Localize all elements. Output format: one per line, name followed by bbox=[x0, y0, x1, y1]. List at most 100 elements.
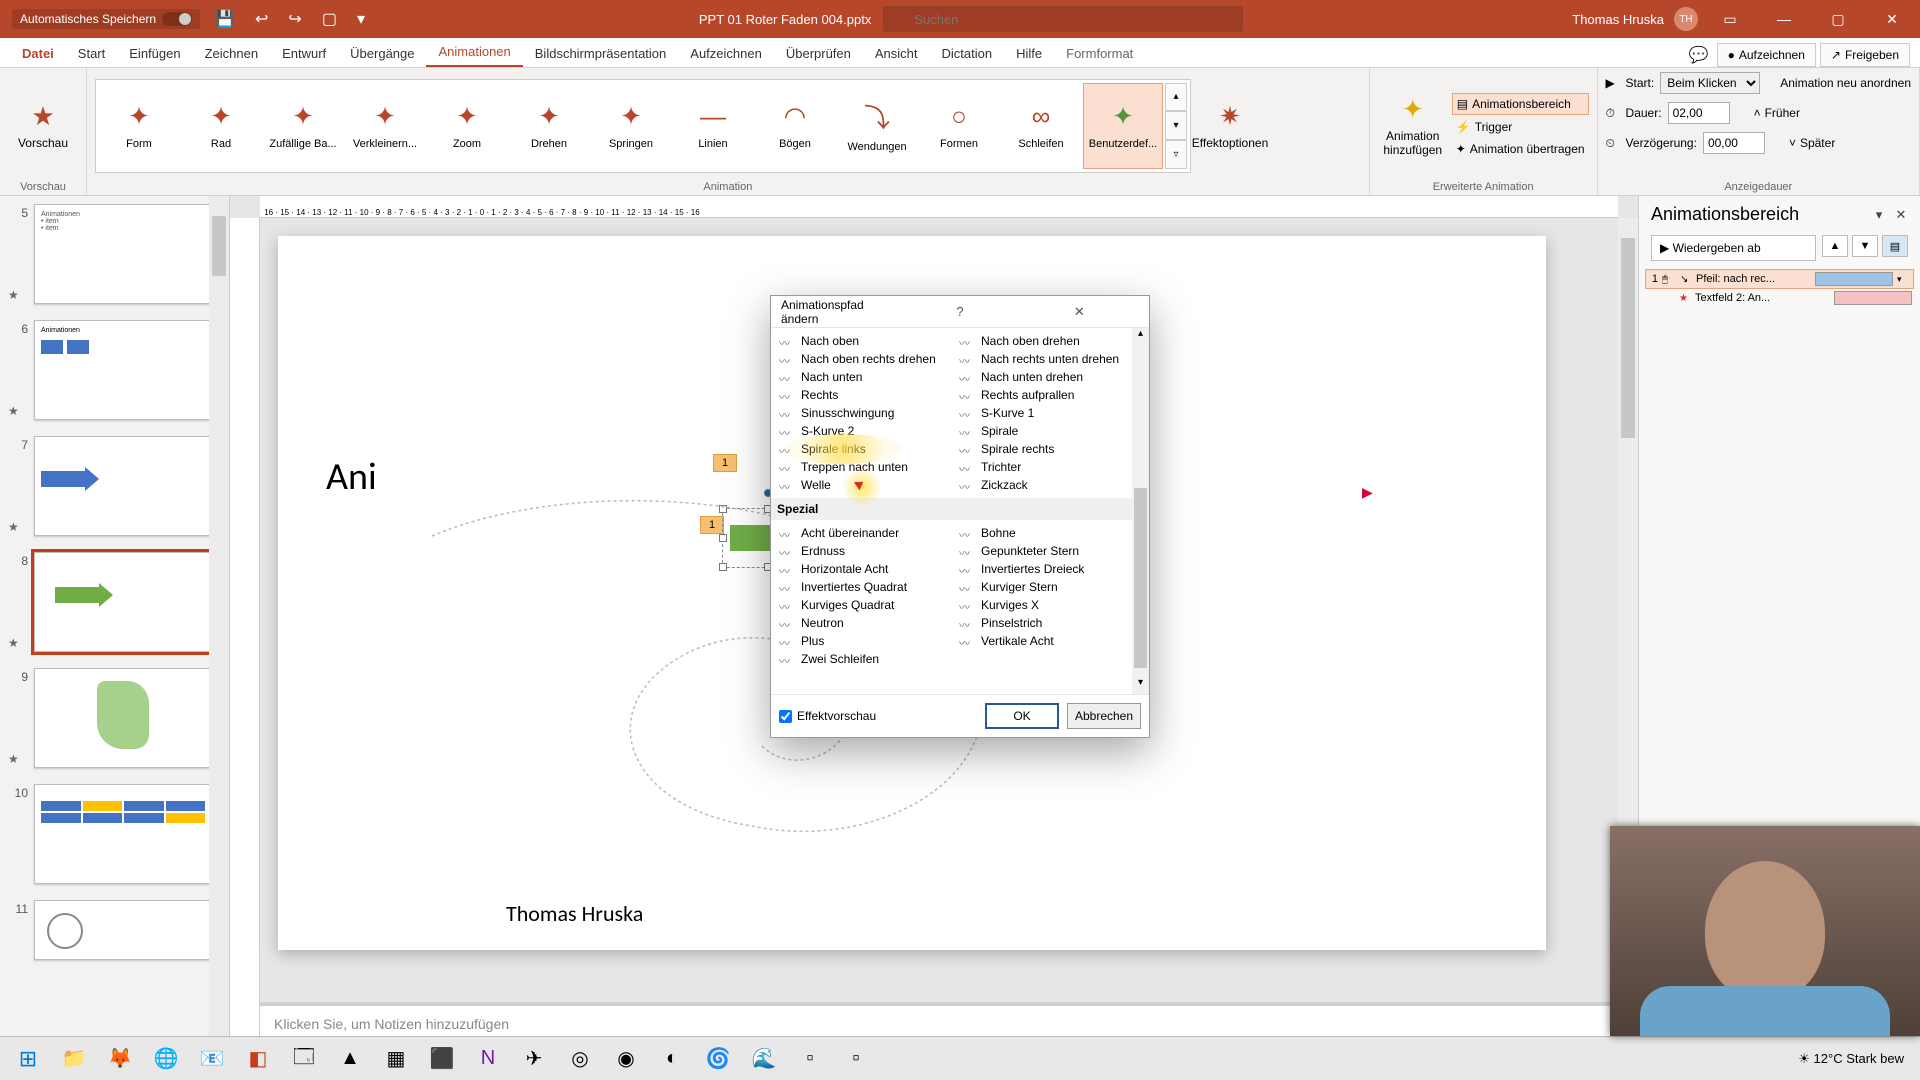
undo-icon[interactable]: ↩ bbox=[250, 7, 273, 31]
motion-path-option[interactable]: 〰Kurviges X bbox=[955, 596, 1131, 614]
tab-transitions[interactable]: Übergänge bbox=[338, 40, 426, 67]
motion-path-option[interactable]: 〰Nach oben bbox=[775, 332, 951, 350]
app-icon[interactable]: ▦ bbox=[374, 1037, 418, 1080]
autosave-switch-icon[interactable] bbox=[162, 12, 192, 26]
slide-thumbnail[interactable]: 9 ★ bbox=[10, 668, 223, 768]
gallery-item[interactable]: ✦Springen bbox=[591, 83, 671, 169]
motion-path-option[interactable]: 〰Zickzack bbox=[955, 476, 1131, 494]
cancel-button[interactable]: Abbrechen bbox=[1067, 703, 1141, 729]
gallery-item[interactable]: ◠Bögen bbox=[755, 83, 835, 169]
tab-insert[interactable]: Einfügen bbox=[117, 40, 192, 67]
animation-indicator-icon[interactable]: ★ bbox=[8, 636, 19, 650]
motion-path-option[interactable]: 〰Spirale links bbox=[775, 440, 951, 458]
gallery-item[interactable]: ✦Zufällige Ba... bbox=[263, 83, 343, 169]
app-icon[interactable]: ◉ bbox=[604, 1037, 648, 1080]
animation-indicator-icon[interactable]: ★ bbox=[8, 752, 19, 766]
thumb-preview[interactable] bbox=[34, 784, 212, 884]
motion-path-option[interactable]: 〰Nach unten bbox=[775, 368, 951, 386]
ribbon-options-icon[interactable]: ▭ bbox=[1708, 0, 1752, 38]
gallery-item[interactable]: ✦Verkleinern... bbox=[345, 83, 425, 169]
user-name[interactable]: Thomas Hruska bbox=[1572, 12, 1664, 27]
search-input[interactable] bbox=[883, 6, 1243, 32]
move-down-button[interactable]: ▼ bbox=[1852, 235, 1878, 257]
start-menu-icon[interactable]: ⊞ bbox=[6, 1037, 50, 1080]
animation-sequence-tag[interactable]: 1 bbox=[713, 454, 737, 472]
thumb-preview[interactable] bbox=[34, 552, 212, 652]
motion-path-option[interactable]: 〰Invertiertes Dreieck bbox=[955, 560, 1131, 578]
motion-path-option[interactable]: 〰Invertiertes Quadrat bbox=[775, 578, 951, 596]
trigger-button[interactable]: ⚡ Trigger bbox=[1452, 117, 1589, 137]
edge-icon[interactable]: 🌊 bbox=[742, 1037, 786, 1080]
path-end-marker-icon[interactable]: ▶ bbox=[1362, 484, 1373, 501]
thumb-preview[interactable] bbox=[34, 436, 212, 536]
slide-thumbnail[interactable]: 5 Animationen• item• item ★ bbox=[10, 204, 223, 304]
gallery-item[interactable]: ○Formen bbox=[919, 83, 999, 169]
file-explorer-icon[interactable]: 📁 bbox=[52, 1037, 96, 1080]
app-icon[interactable]: 🗔 bbox=[282, 1037, 326, 1080]
minimize-icon[interactable]: — bbox=[1762, 0, 1806, 38]
timeline-bar[interactable] bbox=[1834, 291, 1912, 305]
item-menu-icon[interactable]: ▾ bbox=[1897, 274, 1911, 285]
start-select[interactable]: Beim Klicken bbox=[1660, 72, 1760, 94]
powerpoint-icon[interactable]: ◧ bbox=[236, 1037, 280, 1080]
add-animation-button[interactable]: ✦ Animation hinzufügen bbox=[1378, 80, 1448, 172]
motion-path-option[interactable]: 〰Erdnuss bbox=[775, 542, 951, 560]
tab-review[interactable]: Überprüfen bbox=[774, 40, 863, 67]
animation-sequence-tag[interactable]: 1 bbox=[700, 516, 724, 534]
slide-thumbnail[interactable]: 6 Animationen ★ bbox=[10, 320, 223, 420]
slide-thumbnail[interactable]: 7 ★ bbox=[10, 436, 223, 536]
redo-icon[interactable]: ↪ bbox=[283, 7, 306, 31]
motion-path-option[interactable]: 〰Trichter bbox=[955, 458, 1131, 476]
motion-path-option[interactable]: 〰Pinselstrich bbox=[955, 614, 1131, 632]
motion-path-option[interactable]: 〰Horizontale Acht bbox=[775, 560, 951, 578]
app-icon[interactable]: 🌀 bbox=[696, 1037, 740, 1080]
motion-path-option[interactable]: 〰Nach rechts unten drehen bbox=[955, 350, 1131, 368]
gallery-more[interactable]: ▿ bbox=[1165, 140, 1187, 169]
scroll-down-icon[interactable]: ▾ bbox=[1132, 677, 1149, 694]
thumb-preview[interactable]: Animationen bbox=[34, 320, 212, 420]
tab-shapeformat[interactable]: Formformat bbox=[1054, 40, 1145, 67]
thumbnails-scrollbar[interactable] bbox=[209, 196, 229, 1050]
record-button[interactable]: ● Aufzeichnen bbox=[1717, 43, 1816, 67]
animation-indicator-icon[interactable]: ★ bbox=[8, 288, 19, 302]
weather-widget[interactable]: ☀ 12°C Stark bew bbox=[1798, 1051, 1904, 1067]
tab-start[interactable]: Start bbox=[66, 40, 117, 67]
motion-path-option[interactable]: 〰Neutron bbox=[775, 614, 951, 632]
slide-thumbnail[interactable]: 8 ★ bbox=[10, 552, 223, 652]
tab-record[interactable]: Aufzeichnen bbox=[678, 40, 774, 67]
app-icon[interactable]: ▫ bbox=[834, 1037, 878, 1080]
motion-path-option[interactable]: 〰S-Kurve 2 bbox=[775, 422, 951, 440]
slide-thumbnail[interactable]: 11 bbox=[10, 900, 223, 960]
gallery-scroll-down[interactable]: ▾ bbox=[1165, 111, 1187, 140]
onenote-icon[interactable]: N bbox=[466, 1037, 510, 1080]
pane-options-icon[interactable]: ▾ bbox=[1868, 207, 1890, 223]
save-icon[interactable]: 💾 bbox=[210, 7, 240, 31]
motion-path-option[interactable]: 〰Plus bbox=[775, 632, 951, 650]
motion-path-option[interactable]: 〰Rechts bbox=[775, 386, 951, 404]
gallery-item[interactable]: —Linien bbox=[673, 83, 753, 169]
chrome-icon[interactable]: 🌐 bbox=[144, 1037, 188, 1080]
tab-slideshow[interactable]: Bildschirmpräsentation bbox=[523, 40, 679, 67]
autosave-toggle[interactable]: Automatisches Speichern bbox=[12, 9, 200, 29]
tab-help[interactable]: Hilfe bbox=[1004, 40, 1054, 67]
tab-view[interactable]: Ansicht bbox=[863, 40, 930, 67]
thumb-preview[interactable] bbox=[34, 668, 212, 768]
user-avatar[interactable]: TH bbox=[1674, 7, 1698, 31]
tab-dictation[interactable]: Dictation bbox=[930, 40, 1005, 67]
move-later-button[interactable]: ˅ Später bbox=[1785, 133, 1839, 153]
slide-title-text[interactable]: Ani bbox=[326, 454, 377, 500]
motion-path-option[interactable]: 〰Welle bbox=[775, 476, 951, 494]
gallery-item[interactable]: ∞Schleifen bbox=[1001, 83, 1081, 169]
animation-list-item[interactable]: 1 🖱 ↘ Pfeil: nach rec... ▾ bbox=[1645, 269, 1914, 289]
preview-checkbox-input[interactable] bbox=[779, 710, 792, 723]
preview-checkbox[interactable]: Effektvorschau bbox=[779, 709, 977, 723]
delay-input[interactable] bbox=[1703, 132, 1765, 154]
motion-path-option[interactable]: 〰Kurviger Stern bbox=[955, 578, 1131, 596]
gallery-item-custom[interactable]: ✦Benutzerdef... bbox=[1083, 83, 1163, 169]
share-button[interactable]: ↗ Freigeben bbox=[1820, 43, 1910, 67]
motion-path-option[interactable]: 〰Nach oben rechts drehen bbox=[775, 350, 951, 368]
effect-options-button[interactable]: ✷ Effektoptionen bbox=[1195, 80, 1265, 172]
motion-path-option[interactable]: 〰Rechts aufprallen bbox=[955, 386, 1131, 404]
outlook-icon[interactable]: 📧 bbox=[190, 1037, 234, 1080]
gallery-scroll-up[interactable]: ▴ bbox=[1165, 83, 1187, 112]
